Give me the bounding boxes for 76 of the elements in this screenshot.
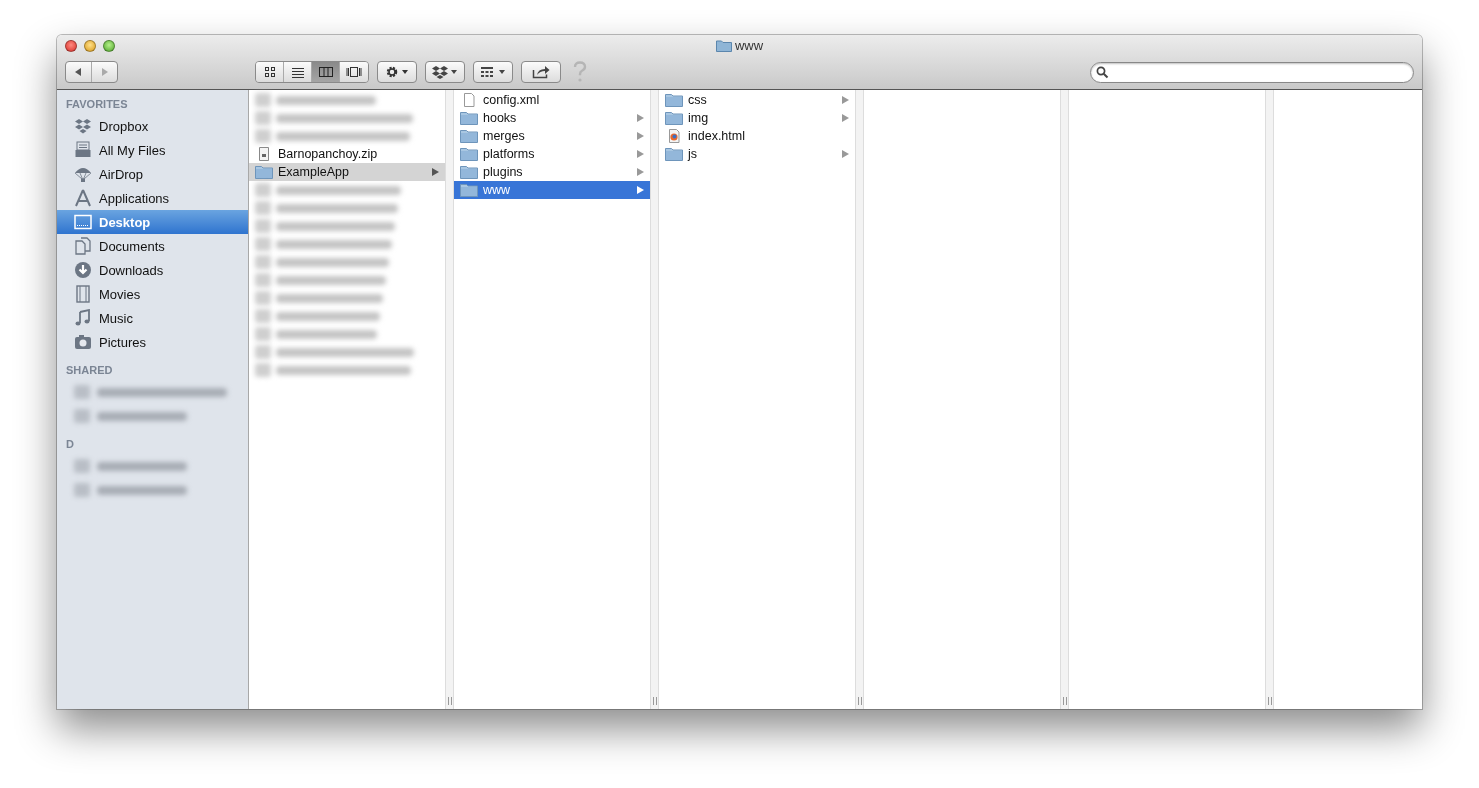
resize-handle-icon[interactable] (1266, 697, 1273, 705)
sidebar-item[interactable]: Music (57, 306, 248, 330)
sidebar-item[interactable]: Desktop (57, 210, 248, 234)
window-title: www (734, 38, 764, 53)
file-row[interactable]: platforms (454, 145, 650, 163)
sidebar-item[interactable]: All My Files (57, 138, 248, 162)
dropbox-menu-button[interactable] (425, 61, 465, 83)
view-mode-button[interactable] (340, 62, 368, 82)
back-forward-control[interactable] (65, 61, 118, 83)
file-row[interactable]: css (659, 91, 855, 109)
file-row[interactable]: hooks (454, 109, 650, 127)
folder-icon (665, 93, 683, 107)
file-row[interactable]: plugins (454, 163, 650, 181)
section-heading: FAVORITES (65, 97, 129, 112)
view-mode-selector[interactable] (255, 61, 369, 83)
folder-icon (665, 111, 683, 125)
view-mode-button[interactable] (256, 62, 284, 82)
sidebar-item[interactable]: Movies (57, 282, 248, 306)
file-cabinet-icon (74, 141, 92, 159)
arrange-icon (480, 65, 506, 79)
arrange-menu-button[interactable] (473, 61, 513, 83)
film-icon (74, 285, 92, 303)
view-mode-button[interactable] (312, 62, 340, 82)
sidebar-item[interactable]: Dropbox (57, 114, 248, 138)
folder-icon (460, 129, 478, 143)
sidebar-item[interactable]: Downloads (57, 258, 248, 282)
file-row[interactable]: index.html (659, 127, 855, 145)
sidebar-item[interactable]: Documents (57, 234, 248, 258)
file-row[interactable]: ExampleApp (249, 163, 445, 181)
list-icon (290, 66, 305, 78)
forward-icon (100, 67, 110, 77)
close-button[interactable] (65, 40, 77, 52)
parachute-icon (74, 165, 92, 183)
folder-icon (460, 165, 478, 179)
grid-icon (262, 66, 277, 78)
folder-icon (665, 147, 683, 161)
file-row[interactable]: merges (454, 127, 650, 145)
file-row[interactable]: img (659, 109, 855, 127)
zoom-button[interactable] (103, 40, 115, 52)
folder-icon (460, 147, 478, 161)
resize-handle-icon[interactable] (1061, 697, 1068, 705)
file-row[interactable]: Barnopanchoy.zip (249, 145, 445, 163)
sidebar-item[interactable]: Applications (57, 186, 248, 210)
gear-icon (385, 65, 409, 79)
share-icon (532, 65, 550, 79)
section-heading: SHARED (65, 363, 114, 378)
sidebar-item[interactable]: Pictures (57, 330, 248, 354)
search-icon (1096, 65, 1109, 79)
camera-icon (74, 333, 92, 351)
folder-icon (460, 183, 478, 197)
file-row[interactable]: js (659, 145, 855, 163)
file-row[interactable]: www (454, 181, 650, 199)
minimize-button[interactable] (84, 40, 96, 52)
search-field[interactable] (1090, 61, 1414, 83)
action-menu-button[interactable] (377, 61, 417, 83)
view-mode-button[interactable] (284, 62, 312, 82)
resize-handle-icon[interactable] (856, 697, 863, 705)
back-icon (73, 67, 83, 77)
folder-icon (715, 39, 732, 52)
sidebar-item[interactable]: AirDrop (57, 162, 248, 186)
music-note-icon (74, 309, 92, 327)
documents-icon (74, 237, 92, 255)
columns-icon (318, 66, 333, 78)
resize-handle-icon[interactable] (651, 697, 658, 705)
dropbox-icon (432, 65, 458, 79)
dropbox-icon (74, 117, 92, 135)
folder-icon (460, 111, 478, 125)
file-row[interactable]: config.xml (454, 91, 650, 109)
download-icon (74, 261, 92, 279)
applications-icon (74, 189, 92, 207)
cover-flow-icon (346, 66, 362, 78)
display-icon (74, 213, 92, 231)
section-heading: D (65, 437, 75, 452)
resize-handle-icon[interactable] (446, 697, 453, 705)
folder-icon (255, 165, 273, 179)
share-button[interactable] (521, 61, 561, 83)
